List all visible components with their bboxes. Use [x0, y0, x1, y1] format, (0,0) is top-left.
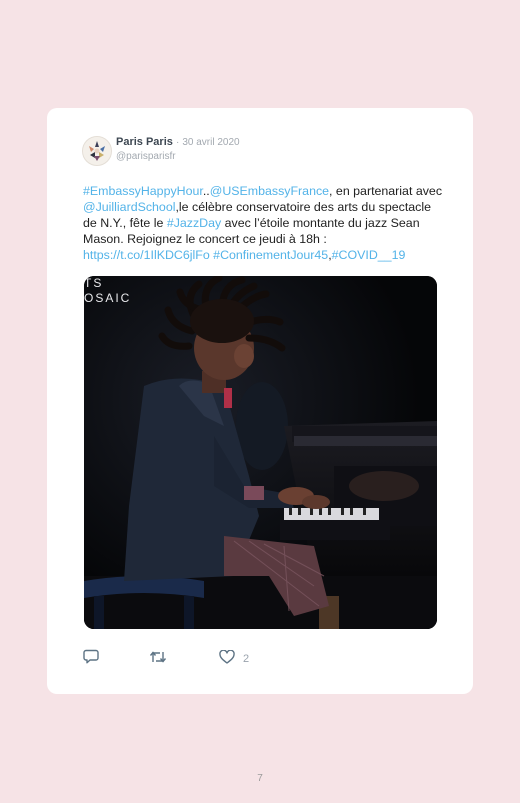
- tweet-actions: 2: [83, 649, 283, 669]
- pianist-photo: [84, 276, 437, 629]
- tweet-media[interactable]: TS OSAIC: [84, 276, 437, 629]
- overlay-line-1: TS: [84, 276, 104, 290]
- tweet-link[interactable]: https://t.co/1IlKDC6jlFo: [83, 248, 210, 262]
- tweet-link[interactable]: @JuilliardSchool: [83, 200, 175, 214]
- tweet-link[interactable]: #ConfinementJour45: [213, 248, 328, 262]
- tweet-text: #EmbassyHappyHour..@USEmbassyFrance, en …: [83, 183, 445, 263]
- author-name[interactable]: Paris Paris: [116, 136, 173, 148]
- reply-icon: [83, 649, 99, 669]
- heart-icon: [219, 649, 235, 669]
- retweet-icon: [149, 650, 167, 669]
- name-line: Paris Paris · 30 avril 2020: [116, 136, 240, 148]
- author-handle[interactable]: @parisparisfr: [116, 151, 176, 162]
- tweet-link[interactable]: #EmbassyHappyHour: [83, 184, 203, 198]
- reply-button[interactable]: [83, 649, 107, 669]
- separator: ·: [175, 137, 180, 148]
- tweet-link[interactable]: #COVID__19: [332, 248, 406, 262]
- avatar[interactable]: [82, 136, 112, 166]
- media-overlay-text: TS OSAIC: [84, 276, 131, 306]
- tweet-text-segment: ..: [202, 184, 210, 198]
- tweet-date[interactable]: 30 avril 2020: [182, 137, 239, 148]
- like-button[interactable]: 2: [219, 649, 250, 669]
- overlay-line-2: OSAIC: [84, 291, 132, 305]
- tweet-link[interactable]: @USEmbassyFrance: [210, 184, 329, 198]
- tweet-card: Paris Paris · 30 avril 2020 @parisparisf…: [47, 108, 473, 694]
- tweet-header: Paris Paris · 30 avril 2020 @parisparisf…: [82, 136, 442, 166]
- tweet-text-segment: , en partenariat avec: [329, 184, 443, 198]
- tweet-link[interactable]: #JazzDay: [167, 216, 221, 230]
- retweet-button[interactable]: [149, 650, 175, 668]
- page-number: 7: [257, 773, 263, 784]
- like-count: 2: [243, 653, 250, 665]
